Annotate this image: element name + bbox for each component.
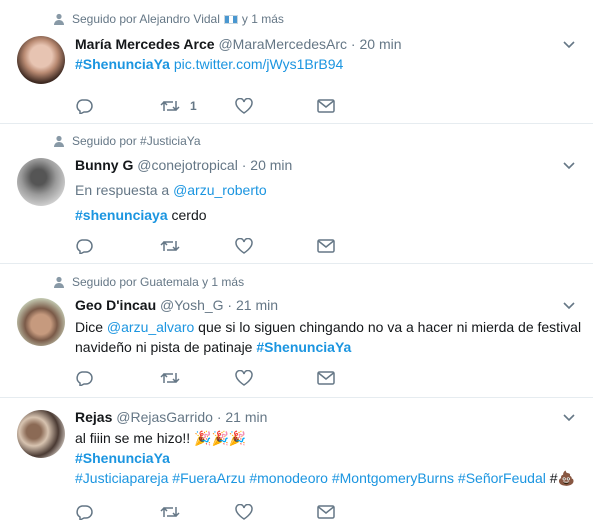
avatar[interactable] (17, 298, 65, 346)
display-name[interactable]: María Mercedes Arce (75, 36, 215, 52)
separator-dot: · (216, 409, 222, 425)
retweet-button[interactable] (160, 502, 180, 522)
social-context: Seguido por Alejandro Vidal y 1 más (53, 12, 284, 26)
envelope-icon (317, 371, 335, 385)
hashtag-link[interactable]: #shenunciaya (75, 207, 168, 223)
direct-message-button[interactable] (317, 96, 335, 116)
chevron-down-icon[interactable] (563, 302, 575, 310)
retweet-button[interactable] (160, 368, 180, 388)
tweet-actions (75, 236, 355, 256)
heart-icon (235, 504, 253, 520)
chevron-down-icon[interactable] (563, 162, 575, 170)
retweet-button[interactable]: 1 (160, 96, 197, 116)
separator-dot: · (350, 36, 356, 52)
timestamp[interactable]: 20 min (359, 36, 401, 52)
reply-icon (76, 99, 93, 114)
chevron-down-icon[interactable] (563, 41, 575, 49)
user-handle[interactable]: @Yosh_G (160, 297, 224, 313)
person-icon (54, 276, 64, 288)
social-context: Seguido por #JusticiaYa (53, 134, 201, 148)
trailing-hash: # (549, 470, 558, 486)
like-button[interactable] (235, 368, 253, 388)
poop-emoji: 💩 (557, 470, 575, 486)
envelope-icon (317, 239, 335, 253)
reply-icon (76, 239, 93, 254)
context-text: Seguido por Alejandro Vidal (72, 12, 220, 26)
direct-message-button[interactable] (317, 236, 335, 256)
tweet-1[interactable]: Seguido por Alejandro Vidal y 1 más Marí… (0, 0, 593, 124)
context-text: Seguido por Guatemala y 1 más (72, 275, 245, 289)
reply-context-label: En respuesta a (75, 182, 170, 198)
avatar[interactable] (17, 36, 65, 84)
hashtag-link[interactable]: #FueraArzu (172, 470, 245, 486)
heart-icon (235, 98, 253, 114)
display-name[interactable]: Geo D'incau (75, 297, 156, 313)
tweet-text-line2: navideño ni pista de patinaje (75, 339, 253, 355)
tweet-3[interactable]: Seguido por Guatemala y 1 más Geo D'inca… (0, 264, 593, 398)
chevron-down-icon[interactable] (563, 414, 575, 422)
tweet-2[interactable]: Seguido por #JusticiaYa Bunny G @conejot… (0, 124, 593, 264)
envelope-icon (317, 505, 335, 519)
user-handle[interactable]: @RejasGarrido (116, 409, 213, 425)
hashtag-link[interactable]: #ShenunciaYa (256, 339, 351, 355)
social-context: Seguido por Guatemala y 1 más (53, 275, 244, 289)
retweet-icon (160, 506, 180, 518)
separator-dot: · (227, 297, 233, 313)
reply-button[interactable] (75, 368, 93, 388)
timestamp[interactable]: 21 min (225, 409, 267, 425)
tweet-actions (75, 502, 355, 522)
person-icon (54, 135, 64, 147)
direct-message-button[interactable] (317, 368, 335, 388)
user-handle[interactable]: @conejotropical (137, 157, 238, 173)
media-link[interactable]: pic.twitter.com/jWys1BrB94 (174, 56, 343, 72)
direct-message-button[interactable] (317, 502, 335, 522)
heart-icon (235, 238, 253, 254)
retweet-button[interactable] (160, 236, 180, 256)
like-button[interactable] (235, 96, 253, 116)
avatar[interactable] (17, 158, 65, 206)
hashtag-link[interactable]: #MontgomeryBurns (332, 470, 454, 486)
party-popper-emoji: 🎉🎉🎉 (194, 430, 247, 446)
retweet-icon (160, 100, 180, 112)
mention-link[interactable]: @arzu_alvaro (107, 319, 194, 335)
hashtag-link[interactable]: #SeñorFeudal (458, 470, 546, 486)
retweet-icon (160, 372, 180, 384)
reply-button[interactable] (75, 236, 93, 256)
retweet-count: 1 (190, 99, 197, 113)
tweet-4[interactable]: Rejas @RejasGarrido · 21 min al fiiin se… (0, 398, 593, 528)
like-button[interactable] (235, 502, 253, 522)
tweet-actions: 1 (75, 96, 355, 116)
tweet-text-start: Dice (75, 319, 104, 335)
timestamp[interactable]: 20 min (250, 157, 292, 173)
timestamp[interactable]: 21 min (236, 297, 278, 313)
user-handle[interactable]: @MaraMercedesArc (218, 36, 347, 52)
retweet-icon (160, 240, 180, 252)
envelope-icon (317, 99, 335, 113)
like-button[interactable] (235, 236, 253, 256)
context-text: Seguido por #JusticiaYa (72, 134, 201, 148)
tweet-text: cerdo (171, 207, 207, 223)
heart-icon (235, 370, 253, 386)
separator-dot: · (241, 157, 247, 173)
hashtag-link[interactable]: #monodeoro (249, 470, 328, 486)
person-icon (54, 13, 64, 25)
reply-button[interactable] (75, 96, 93, 116)
hashtag-link[interactable]: #Justiciapareja (75, 470, 168, 486)
hashtag-link[interactable]: #ShenunciaYa (75, 450, 170, 466)
reply-icon (76, 505, 93, 520)
hashtag-link[interactable]: #ShenunciaYa (75, 56, 170, 72)
reply-mention-link[interactable]: @arzu_roberto (173, 182, 267, 198)
display-name[interactable]: Rejas (75, 409, 112, 425)
reply-button[interactable] (75, 502, 93, 522)
avatar[interactable] (17, 410, 65, 458)
context-suffix: y 1 más (241, 12, 284, 26)
display-name[interactable]: Bunny G (75, 157, 133, 173)
tweet-text: al fiiin se me hizo!! (75, 430, 191, 446)
tweet-actions (75, 368, 355, 388)
reply-icon (76, 371, 93, 386)
guatemala-flag-icon (223, 14, 238, 24)
tweet-text-continued: que si lo siguen chingando no va a hacer… (198, 319, 582, 335)
